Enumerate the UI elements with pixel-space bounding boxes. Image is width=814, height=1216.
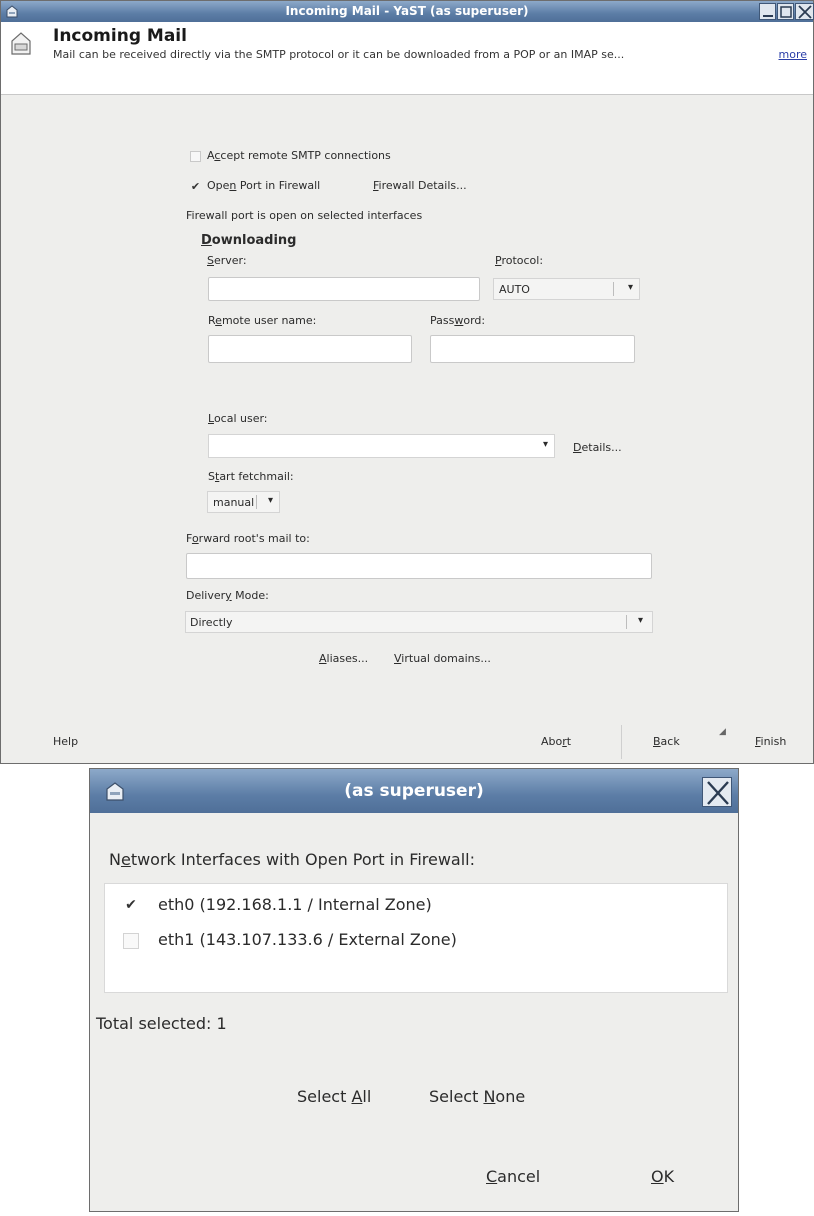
- page-description: Mail can be received directly via the SM…: [53, 48, 625, 61]
- open-port-checkbox[interactable]: ✔: [190, 181, 201, 192]
- protocol-select[interactable]: AUTO ▾: [493, 278, 640, 300]
- chevron-down-icon: ▾: [627, 282, 633, 293]
- open-port-label[interactable]: Open Port in Firewall: [207, 179, 320, 192]
- total-selected-label: Total selected: 1: [96, 1014, 227, 1033]
- local-user-select[interactable]: ▾: [208, 434, 555, 458]
- remote-user-input[interactable]: [208, 335, 412, 363]
- minimize-button[interactable]: [759, 3, 776, 20]
- firewall-status-label: Firewall port is open on selected interf…: [186, 209, 423, 222]
- start-fetchmail-label: Start fetchmail:: [208, 470, 294, 483]
- delivery-mode-value: Directly: [190, 616, 233, 629]
- mail-icon: [9, 30, 33, 62]
- footer-divider: [621, 725, 622, 759]
- server-label: Server:: [207, 254, 247, 267]
- server-input[interactable]: [208, 277, 480, 301]
- main-window-title: Incoming Mail - YaST (as superuser): [285, 4, 529, 18]
- accept-smtp-checkbox[interactable]: [190, 151, 201, 162]
- delivery-mode-label: Delivery Mode:: [186, 589, 269, 602]
- accept-smtp-label[interactable]: Accept remote SMTP connections: [207, 149, 391, 162]
- start-fetchmail-value: manual: [213, 496, 255, 509]
- start-fetchmail-select[interactable]: manual ▾: [207, 491, 280, 513]
- delivery-mode-select[interactable]: Directly ▾: [185, 611, 653, 633]
- page-title: Incoming Mail: [53, 26, 187, 46]
- eth1-label[interactable]: eth1 (143.107.133.6 / External Zone): [158, 930, 457, 949]
- eth0-checkbox[interactable]: ✔: [123, 897, 139, 913]
- page-header: Incoming Mail Mail can be received direc…: [1, 22, 813, 95]
- main-window: Incoming Mail - YaST (as superuser) Inco…: [0, 0, 814, 764]
- interfaces-heading: Network Interfaces with Open Port in Fir…: [109, 850, 475, 869]
- more-link[interactable]: more: [779, 48, 808, 61]
- downloading-heading: Downloading: [201, 233, 297, 248]
- main-titlebar[interactable]: Incoming Mail - YaST (as superuser): [1, 1, 814, 22]
- firewall-details-button[interactable]: Firewall Details...: [373, 179, 467, 192]
- interfaces-list[interactable]: ✔ eth0 (192.168.1.1 / Internal Zone) eth…: [104, 883, 728, 993]
- cancel-button[interactable]: Cancel: [486, 1167, 540, 1186]
- forward-input[interactable]: [186, 553, 652, 579]
- ok-button[interactable]: OK: [651, 1167, 674, 1186]
- details-button[interactable]: Details...: [573, 441, 622, 454]
- forward-label: Forward root's mail to:: [186, 532, 310, 545]
- firewall-interfaces-dialog: (as superuser) Network Interfaces with O…: [89, 768, 739, 1212]
- abort-button[interactable]: Abort: [541, 735, 571, 748]
- protocol-label: Protocol:: [495, 254, 544, 267]
- password-input[interactable]: [430, 335, 635, 363]
- chevron-down-icon: ▾: [267, 495, 273, 506]
- virtual-domains-button[interactable]: Virtual domains...: [394, 652, 491, 665]
- dialog-titlebar[interactable]: (as superuser): [90, 769, 738, 813]
- local-user-label: Local user:: [208, 412, 268, 425]
- maximize-button[interactable]: [777, 3, 794, 20]
- finish-button[interactable]: Finish: [755, 735, 786, 748]
- help-button[interactable]: Help: [53, 735, 78, 748]
- dialog-title: (as superuser): [344, 781, 484, 801]
- cursor-icon: ◢: [719, 727, 726, 737]
- select-none-button[interactable]: Select None: [429, 1087, 525, 1106]
- aliases-button[interactable]: Aliases...: [319, 652, 368, 665]
- close-button[interactable]: [795, 3, 814, 20]
- close-button[interactable]: [702, 777, 732, 807]
- eth0-label[interactable]: eth0 (192.168.1.1 / Internal Zone): [158, 895, 432, 914]
- chevron-down-icon: ▾: [542, 439, 548, 450]
- chevron-down-icon: ▾: [637, 615, 643, 626]
- back-button[interactable]: Back: [653, 735, 680, 748]
- remote-user-label: Remote user name:: [208, 314, 317, 327]
- password-label: Password:: [430, 314, 486, 327]
- protocol-value: AUTO: [499, 283, 530, 296]
- list-item[interactable]: eth1 (143.107.133.6 / External Zone): [105, 918, 725, 952]
- list-item[interactable]: ✔ eth0 (192.168.1.1 / Internal Zone): [105, 884, 725, 918]
- select-all-button[interactable]: Select All: [297, 1087, 371, 1106]
- eth1-checkbox[interactable]: [123, 933, 139, 949]
